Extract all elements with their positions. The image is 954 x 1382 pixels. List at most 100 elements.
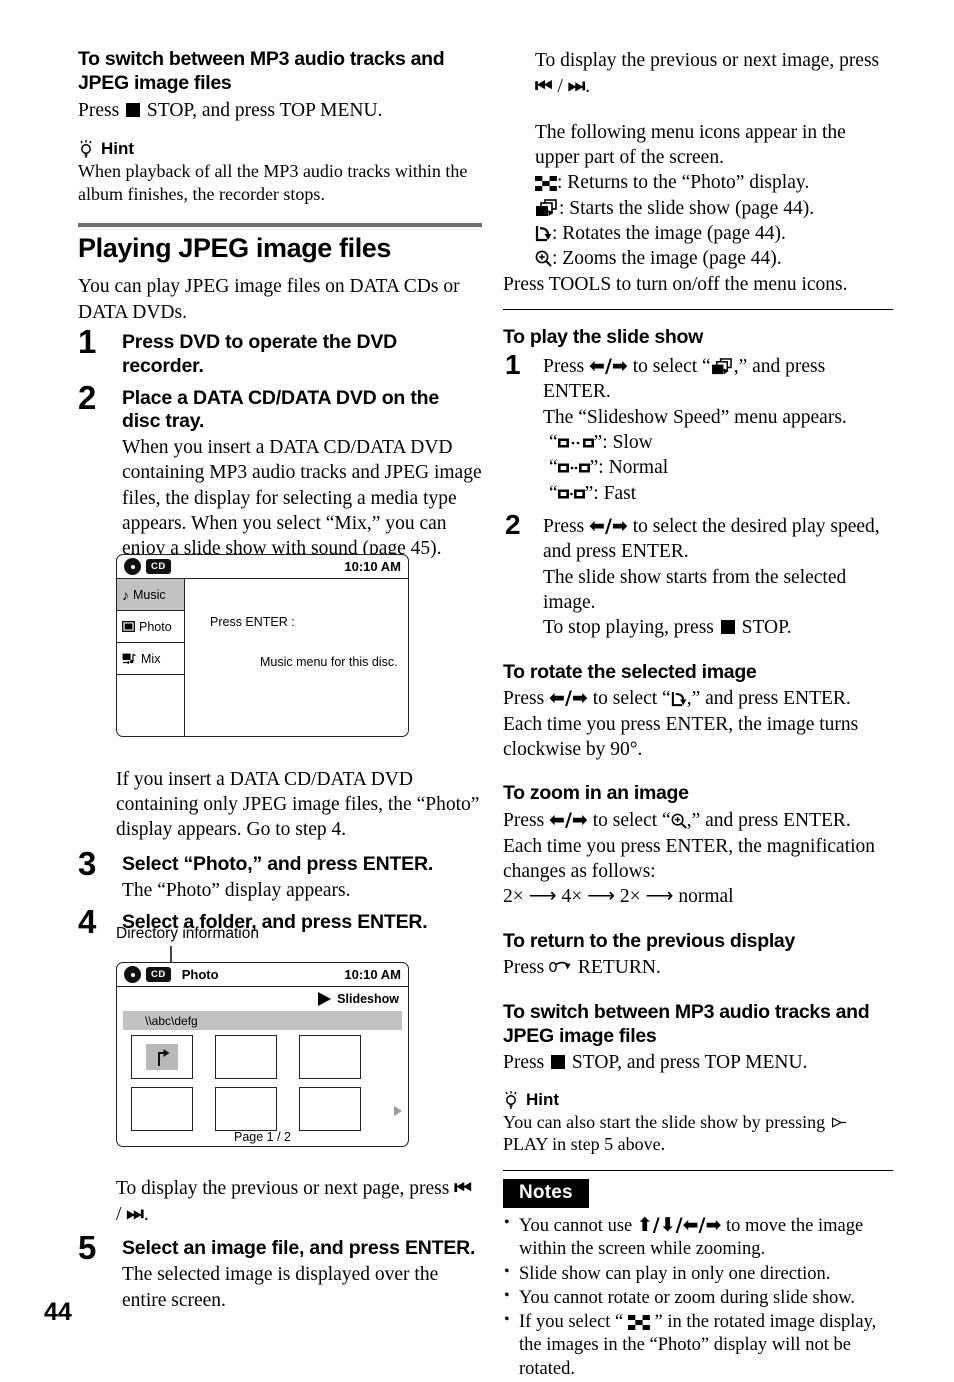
screen-photo-browser: CD Photo 10:10 AM Slideshow \\abc\defg P…: [116, 962, 409, 1147]
photo-frame-icon: [122, 621, 135, 632]
up-arrow-icon: ⬆: [636, 1214, 653, 1236]
cd-badge: CD: [146, 559, 171, 574]
media-item-mix[interactable]: Mix: [117, 643, 184, 675]
step-2-title: Place a DATA CD/DATA DVD on the disc tra…: [122, 386, 440, 433]
slideshow-icon: [536, 198, 557, 216]
prev-next-page-paragraph: To display the previous or next page, pr…: [116, 1175, 472, 1226]
prev-track-icon: ⏮: [454, 1175, 472, 1199]
speed-fast-label: ”: Fast: [584, 482, 637, 504]
page-indicator: Page 1 / 2: [234, 1130, 291, 1144]
note-item-2: Slide show can play in only one directio…: [503, 1262, 893, 1286]
rotate-icon: [535, 226, 552, 242]
menu-icon-row-slideshow: : Starts the slide show (page 44).: [535, 196, 893, 221]
note-item-3: You cannot rotate or zoom during slide s…: [503, 1286, 893, 1310]
mix-icon: [122, 653, 136, 664]
stop-square-icon: [551, 1055, 566, 1070]
thumbnail-item[interactable]: [131, 1087, 193, 1131]
slideshow-label: Slideshow: [337, 992, 399, 1006]
heading-switch-mp3-jpeg-left: To switch between MP3 audio tracks and J…: [78, 48, 445, 94]
screen2-slideshow-row[interactable]: Slideshow: [117, 987, 408, 1011]
media-item-photo[interactable]: Photo: [117, 611, 184, 643]
speed-slow-label: ”: Slow: [593, 431, 653, 453]
screen2-clock: 10:10 AM: [344, 967, 401, 982]
right-arrow-icon: ➡: [571, 687, 588, 710]
media-item-photo-label: Photo: [139, 619, 172, 634]
step-1: 1 Press DVD to operate the DVD recorder.: [78, 325, 482, 379]
stop-square-icon: [126, 102, 141, 117]
slideshow-step-2-number: 2: [505, 508, 521, 540]
right-arrow-icon: ➡: [611, 354, 628, 377]
section-divider-thin-1: [503, 309, 893, 311]
step-3-desc: The “Photo” display appears.: [122, 879, 351, 901]
right-column: To display the previous or next image, p…: [503, 48, 893, 1382]
left-arrow-icon: ⬅: [682, 1214, 699, 1236]
step-1-number: 1: [78, 322, 97, 360]
hint-header-left: Hint: [78, 139, 482, 159]
intro-paragraph: You can play JPEG image files on DATA CD…: [78, 276, 460, 323]
notes-divider: [503, 1170, 893, 1171]
thumbnail-grid: [131, 1035, 398, 1131]
menu-icons-intro: The following menu icons appear in the u…: [535, 121, 846, 169]
menu-icon-text-photo: : Returns to the “Photo” display.: [557, 172, 810, 194]
prev-track-icon: ⏮: [535, 74, 553, 98]
left-arrow-icon: ⬅: [589, 514, 605, 537]
step-1-title: Press DVD to operate the DVD recorder.: [122, 330, 398, 377]
heading-play-slideshow: To play the slide show: [503, 326, 703, 349]
right-arrow-icon: ➡: [571, 809, 588, 832]
step-5-number: 5: [78, 1229, 97, 1267]
switch-instruction-right: Press STOP, and press TOP MENU.: [503, 1052, 808, 1074]
hint-label-left: Hint: [101, 138, 135, 158]
screen1-media-list: ♪ Music Photo Mix: [117, 579, 185, 736]
step-3-number: 3: [78, 844, 97, 882]
screen1-content: Press ENTER : Music menu for this disc.: [185, 579, 408, 736]
zoom-in-icon: [535, 251, 552, 268]
down-arrow-icon: ⬇: [659, 1214, 676, 1236]
directory-path-bar: \\abc\defg: [123, 1011, 402, 1030]
cd-badge: CD: [146, 967, 171, 982]
step-3-title: Select “Photo,” and press ENTER.: [122, 852, 434, 875]
press-stop-top-menu-left: Press STOP, and press TOP MENU.: [78, 99, 383, 121]
slideshow-step2-line3: To stop playing, press STOP.: [543, 617, 792, 639]
zoom-in-icon: [671, 813, 687, 829]
slideshow-speed-menu-line: The “Slideshow Speed” menu appears.: [543, 406, 847, 428]
slideshow-step-2: 2 Press ⬅/➡ to select the desired play s…: [503, 508, 893, 641]
slideshow-step-1: 1 Press ⬅/➡ to select “ ,” and press ENT…: [503, 348, 893, 506]
step1-mid: to select “: [632, 355, 711, 377]
media-item-mix-label: Mix: [141, 651, 161, 666]
step-3: 3 Select “Photo,” and press ENTER. The “…: [78, 847, 482, 903]
checkerboard-thumbnail-icon: [535, 176, 557, 192]
right-arrow-icon: ➡: [611, 514, 628, 537]
step1-lead: Press: [543, 355, 585, 377]
next-page-arrow-icon[interactable]: [394, 1106, 402, 1116]
hint-header-right: Hint: [503, 1090, 893, 1110]
disc-icon: [124, 558, 141, 575]
menu-icon-row-photo: : Returns to the “Photo” display.: [535, 170, 893, 195]
lightbulb-icon: [80, 139, 92, 158]
menu-icon-text-slideshow: : Starts the slide show (page 44).: [559, 197, 815, 219]
speed-normal-label: ”: Normal: [589, 457, 669, 479]
step2-lead: Press: [543, 515, 585, 537]
disc-icon: [124, 966, 141, 983]
thumbnail-item[interactable]: [215, 1035, 277, 1079]
return-icon: [549, 962, 571, 973]
step-5: 5 Select an image file, and press ENTER.…: [78, 1231, 482, 1312]
hint-text-left: When playback of all the MP3 audio track…: [78, 160, 468, 204]
note-item-4: If you select “ ” in the rotated image d…: [503, 1310, 893, 1381]
media-item-music[interactable]: ♪ Music: [117, 579, 184, 611]
step-2: 2 Place a DATA CD/DATA DVD on the disc t…: [78, 381, 482, 562]
heading-rotate-image: To rotate the selected image: [503, 660, 757, 683]
hint-text-right: You can also start the slide show by pre…: [503, 1111, 893, 1156]
heading-zoom-image: To zoom in an image: [503, 782, 689, 805]
thumbnail-folder-up[interactable]: [131, 1035, 193, 1079]
step-2-number: 2: [78, 378, 97, 416]
speed-option-slow: “ ”: Slow: [549, 431, 653, 453]
play-outline-icon: [831, 1116, 846, 1128]
screen1-clock: 10:10 AM: [344, 559, 401, 574]
heading-return-previous: To return to the previous display: [503, 929, 796, 952]
thumbnail-item[interactable]: [299, 1035, 361, 1079]
thumbnail-item[interactable]: [215, 1087, 277, 1131]
stop-square-icon: [720, 620, 735, 635]
slideshow-step-1-number: 1: [505, 348, 521, 380]
thumbnail-item[interactable]: [299, 1087, 361, 1131]
menu-icon-text-rotate: : Rotates the image (page 44).: [552, 223, 786, 245]
